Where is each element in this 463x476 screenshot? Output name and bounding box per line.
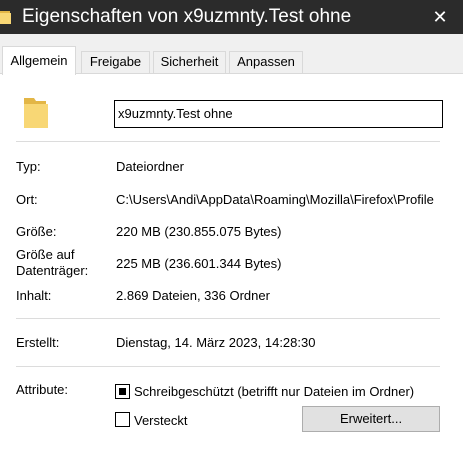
folder-icon [0, 11, 11, 24]
close-icon: ✕ [432, 6, 448, 27]
readonly-checkbox[interactable] [115, 384, 130, 399]
title-bar[interactable]: Eigenschaften von x9uzmnty.Test ohne ✕ [0, 0, 463, 34]
contents-label: Inhalt: [16, 288, 52, 303]
contents-value[interactable]: 2.869 Dateien, 336 Ordner [116, 287, 270, 304]
attributes-label: Attribute: [16, 382, 69, 397]
size-value[interactable]: 220 MB (230.855.075 Bytes) [116, 223, 282, 240]
divider [16, 318, 440, 319]
hidden-label[interactable]: Versteckt [134, 412, 187, 429]
folder-name-input[interactable]: x9uzmnty.Test ohne [114, 100, 443, 128]
tab-anpassen[interactable]: Anpassen [229, 51, 303, 74]
checkbox-indeterminate-mark [119, 388, 126, 395]
disk-size-label-line1: Größe auf [16, 247, 75, 262]
advanced-button[interactable]: Erweitert... [302, 406, 440, 432]
hidden-checkbox[interactable] [115, 412, 130, 427]
close-button[interactable]: ✕ [417, 0, 463, 34]
tab-freigabe[interactable]: Freigabe [81, 51, 150, 74]
location-label: Ort: [16, 192, 38, 207]
window-title: Eigenschaften von x9uzmnty.Test ohne [22, 6, 352, 27]
location-value[interactable]: C:\Users\Andi\AppData\Roaming\Mozilla\Fi… [116, 191, 463, 208]
disk-size-label-line2: Datenträger: [16, 263, 89, 278]
disk-size-value[interactable]: 225 MB (236.601.344 Bytes) [116, 255, 282, 272]
tab-allgemein[interactable]: Allgemein [2, 46, 76, 75]
type-label: Typ: [16, 159, 41, 174]
created-value[interactable]: Dienstag, 14. März 2023, 14:28:30 [116, 334, 315, 351]
tab-sicherheit[interactable]: Sicherheit [153, 51, 226, 74]
folder-icon [24, 98, 48, 128]
tab-bar: Allgemein Freigabe Sicherheit Anpassen [0, 46, 463, 75]
size-label: Größe: [16, 224, 57, 239]
readonly-label[interactable]: Schreibgeschützt (betrifft nur Dateien i… [134, 383, 414, 400]
type-value: Dateiordner [116, 159, 184, 174]
created-label: Erstellt: [16, 335, 60, 350]
divider [16, 366, 440, 367]
divider [16, 141, 440, 142]
properties-window: Eigenschaften von x9uzmnty.Test ohne ✕ A… [0, 0, 463, 476]
general-tab-panel: x9uzmnty.Test ohne Typ: Dateiordner Ort:… [0, 73, 463, 476]
